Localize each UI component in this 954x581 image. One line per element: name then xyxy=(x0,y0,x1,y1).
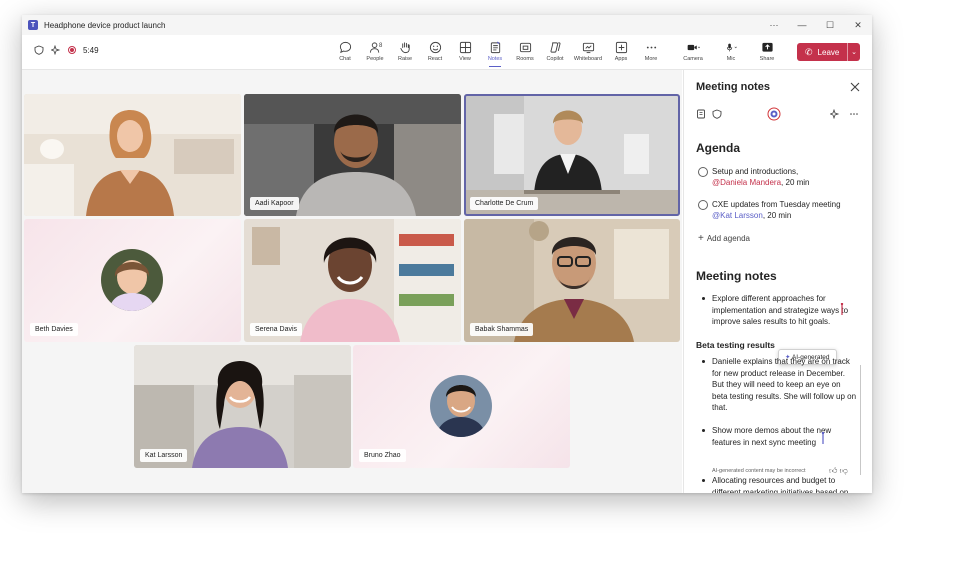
plus-icon xyxy=(615,41,627,54)
chat-tool[interactable]: Chat xyxy=(330,39,360,67)
recording-icon xyxy=(68,46,76,54)
shield-icon[interactable] xyxy=(712,109,722,119)
meeting-toolbar: 5:49 Chat 8 People Raise React View Note… xyxy=(22,35,872,70)
agenda-checkbox[interactable] xyxy=(698,200,708,210)
rooms-icon xyxy=(519,42,531,53)
maximize-button[interactable]: ☐ xyxy=(816,15,844,35)
avatar xyxy=(430,375,492,437)
video-stage: Aadi Kapoor Charlotte De Crum Beth Davie… xyxy=(22,70,682,493)
note-bullet[interactable]: Explore different approaches for impleme… xyxy=(702,293,860,328)
more-tool[interactable]: More xyxy=(636,39,666,67)
avatar xyxy=(101,249,163,311)
rooms-tool[interactable]: Rooms xyxy=(510,39,540,67)
text-cursor-icon xyxy=(840,303,844,315)
more-icon xyxy=(646,46,656,49)
raise-tool[interactable]: Raise xyxy=(390,39,420,67)
participant-tile[interactable]: Charlotte De Crum xyxy=(464,94,680,216)
notes-heading: Meeting notes xyxy=(696,269,777,283)
more-options-icon[interactable] xyxy=(849,109,859,119)
participant-name: Babak Shammas xyxy=(470,323,534,336)
participant-tile[interactable]: Kat Larsson xyxy=(134,345,351,468)
apps-tool[interactable]: Apps xyxy=(606,39,636,67)
participant-name: Charlotte De Crum xyxy=(470,197,539,210)
mic-tool[interactable]: Mic xyxy=(712,39,750,67)
agenda-checkbox[interactable] xyxy=(698,167,708,177)
ai-content-indicator xyxy=(860,365,861,475)
shield-icon[interactable] xyxy=(34,45,44,55)
participant-video xyxy=(24,94,241,216)
participant-tile[interactable]: Beth Davies xyxy=(24,219,241,342)
mention-link[interactable]: @Kat Larsson xyxy=(712,211,763,220)
whiteboard-tool[interactable]: Whiteboard xyxy=(570,39,606,67)
leave-button[interactable]: ✆ Leave ⌄ xyxy=(797,43,860,61)
view-tool[interactable]: View xyxy=(450,39,480,67)
copilot-icon xyxy=(550,42,560,53)
note-bullet[interactable]: Allocating resources and budget to diffe… xyxy=(702,475,860,493)
meeting-timer: 5:49 xyxy=(83,45,99,55)
smile-icon xyxy=(429,41,441,54)
hand-icon xyxy=(399,42,410,54)
participant-name: Kat Larsson xyxy=(140,449,188,462)
mention-link[interactable]: @Daniela Mandera xyxy=(712,178,781,187)
teams-logo-icon: T xyxy=(28,20,38,30)
people-tool[interactable]: 8 People xyxy=(360,39,390,67)
notes-icon xyxy=(490,41,500,54)
note-bullet[interactable]: Danielle explains that they are on track… xyxy=(702,356,857,414)
react-tool[interactable]: React xyxy=(420,39,450,67)
sparkle-icon[interactable] xyxy=(51,45,61,55)
copilot-tool[interactable]: Copilot xyxy=(540,39,570,67)
close-window-button[interactable]: ✕ xyxy=(844,15,872,35)
participant-name: Beth Davies xyxy=(30,323,78,336)
participant-name: Aadi Kapoor xyxy=(250,197,299,210)
agenda-item[interactable]: Setup and introductions, @Daniela Mandera… xyxy=(696,166,861,188)
teams-window: T Headphone device product launch ··· — … xyxy=(22,15,872,493)
share-icon xyxy=(761,42,773,52)
notes-tool[interactable]: Notes xyxy=(480,39,510,67)
people-count-badge: 8 xyxy=(379,43,383,49)
more-options-icon[interactable]: ··· xyxy=(760,15,788,35)
participant-tile[interactable] xyxy=(24,94,241,216)
grid-icon xyxy=(459,41,471,54)
camera-tool[interactable]: Camera xyxy=(674,39,712,67)
note-subheading[interactable]: Beta testing results xyxy=(696,340,775,350)
close-panel-icon[interactable] xyxy=(850,82,860,92)
participant-tile[interactable]: Bruno Zhao xyxy=(353,345,570,468)
add-agenda-button[interactable]: + Add agenda xyxy=(698,233,750,244)
chat-icon xyxy=(339,41,351,54)
plus-icon: + xyxy=(698,233,704,244)
panel-title: Meeting notes xyxy=(696,81,770,93)
participant-name: Serena Davis xyxy=(250,323,303,336)
whiteboard-icon xyxy=(582,42,594,54)
agenda-heading: Agenda xyxy=(696,141,741,155)
camera-icon xyxy=(687,44,700,51)
participant-tile[interactable]: Babak Shammas xyxy=(464,219,680,342)
thumbs-up-icon[interactable]: 👍︎ xyxy=(829,466,837,475)
share-tool[interactable]: Share xyxy=(750,39,784,67)
notebook-icon[interactable] xyxy=(696,109,706,119)
thumbs-down-icon[interactable]: 👎︎ xyxy=(840,466,848,475)
minimize-button[interactable]: — xyxy=(788,15,816,35)
window-title: Headphone device product launch xyxy=(44,20,166,30)
participant-tile[interactable]: Aadi Kapoor xyxy=(244,94,461,216)
participant-tile[interactable]: Serena Davis xyxy=(244,219,461,342)
note-bullet[interactable]: Show more demos about the new features i… xyxy=(702,425,852,448)
meeting-notes-panel: Meeting notes Agenda Setup and introduct… xyxy=(683,70,872,493)
sparkle-icon[interactable] xyxy=(830,109,840,119)
participant-name: Bruno Zhao xyxy=(359,449,406,462)
phone-hangup-icon: ✆ xyxy=(805,46,813,57)
microphone-icon xyxy=(726,43,737,52)
ai-disclaimer: AI-generated content may be incorrect xyxy=(712,468,806,474)
title-bar: T Headphone device product launch ··· — … xyxy=(22,15,872,35)
agenda-item[interactable]: CXE updates from Tuesday meeting @Kat Lar… xyxy=(696,199,861,221)
leave-options-chevron-icon[interactable]: ⌄ xyxy=(847,43,860,61)
loop-collaborators-icon[interactable] xyxy=(767,107,781,121)
text-cursor-icon xyxy=(821,432,825,444)
